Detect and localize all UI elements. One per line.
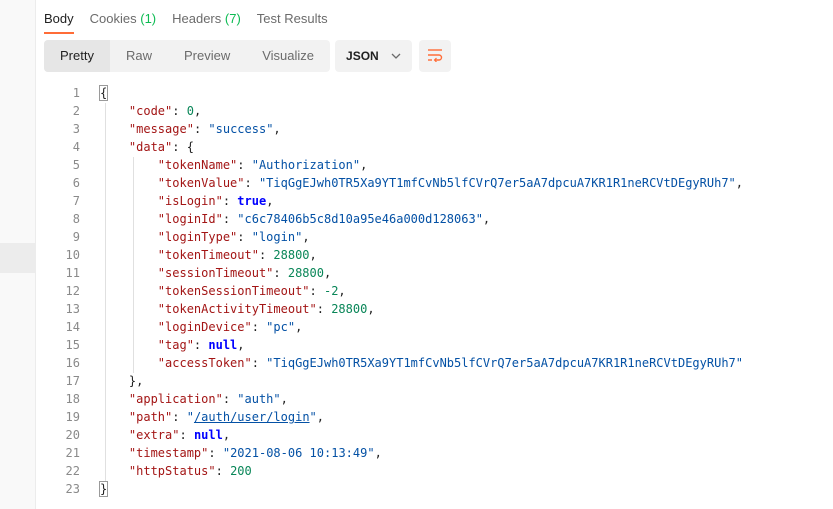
code-text: "extra": null,	[128, 428, 231, 442]
line-number: 14	[65, 320, 80, 334]
code-line: 7 "isLogin": true,	[44, 192, 743, 210]
code-text: }	[98, 481, 109, 497]
tab-cookies[interactable]: Cookies (1)	[90, 11, 156, 34]
code-line: 11 "sessionTimeout": 28800,	[44, 264, 743, 282]
code-text: "isLogin": true,	[157, 194, 274, 208]
pretty-button[interactable]: Pretty	[44, 40, 110, 72]
tab-headers[interactable]: Headers (7)	[172, 11, 241, 34]
view-mode-switch: Pretty Raw Preview Visualize	[44, 40, 331, 72]
tab-label: Test Results	[256, 11, 328, 26]
code-text: "application": "auth",	[128, 392, 288, 406]
code-line: 5 "tokenName": "Authorization",	[44, 156, 743, 174]
code-text: "message": "success",	[128, 122, 281, 136]
line-number: 3	[72, 122, 80, 136]
line-number: 20	[65, 428, 80, 442]
code-text: "path": "/auth/user/login",	[128, 410, 325, 424]
line-number: 2	[72, 104, 80, 118]
response-tabs: Body Cookies (1) Headers (7) Test Result…	[44, 0, 344, 34]
code-line: 3 "message": "success",	[44, 120, 743, 138]
line-number: 18	[65, 392, 80, 406]
code-text: "tokenTimeout": 28800,	[157, 248, 317, 262]
code-text: "loginType": "login",	[157, 230, 310, 244]
code-line: 1{	[44, 84, 743, 102]
code-line: 18 "application": "auth",	[44, 390, 743, 408]
tab-label: Cookies	[89, 11, 137, 26]
tab-body[interactable]: Body	[44, 11, 74, 34]
code-text: "tokenActivityTimeout": 28800,	[157, 302, 375, 316]
line-number: 22	[65, 464, 80, 478]
raw-button[interactable]: Raw	[110, 40, 168, 72]
line-number: 21	[65, 446, 80, 460]
code-text: "timestamp": "2021-08-06 10:13:49",	[128, 446, 382, 460]
response-body-code[interactable]: 1{2 "code": 0, 3 "message": "success", 4 "…	[44, 84, 743, 498]
code-line: 14 "loginDevice": "pc",	[44, 318, 743, 336]
code-line: 17 },	[44, 372, 743, 390]
code-text: "httpStatus": 200	[128, 464, 252, 478]
line-number: 9	[72, 230, 80, 244]
line-number: 10	[65, 248, 80, 262]
code-line: 15 "tag": null,	[44, 336, 743, 354]
code-line: 2 "code": 0,	[44, 102, 743, 120]
visualize-button[interactable]: Visualize	[246, 40, 330, 72]
line-number: 19	[65, 410, 80, 424]
line-number: 17	[65, 374, 80, 388]
code-text: "loginDevice": "pc",	[157, 320, 303, 334]
code-line: 9 "loginType": "login",	[44, 228, 743, 246]
line-number: 16	[65, 356, 80, 370]
line-number: 4	[72, 140, 80, 154]
left-panel-highlight	[0, 243, 35, 273]
response-toolbar: Pretty Raw Preview Visualize JSON	[44, 40, 451, 72]
code-line: 16 "accessToken": "TiqGgEJwh0TR5Xa9YT1mf…	[44, 354, 743, 372]
code-text: },	[100, 374, 144, 388]
code-line: 10 "tokenTimeout": 28800,	[44, 246, 743, 264]
code-text: {	[98, 85, 109, 101]
line-number: 5	[72, 158, 80, 172]
code-line: 4 "data": {	[44, 138, 743, 156]
preview-button[interactable]: Preview	[168, 40, 246, 72]
code-text: "code": 0,	[128, 104, 202, 118]
code-line: 12 "tokenSessionTimeout": -2,	[44, 282, 743, 300]
code-text: "tokenValue": "TiqGgEJwh0TR5Xa9YT1mfCvNb…	[157, 176, 744, 190]
code-text: "data": {	[128, 140, 194, 154]
code-line: 23}	[44, 480, 743, 498]
code-text: "loginId": "c6c78406b5c8d10a95e46a000d12…	[157, 212, 491, 226]
code-text: "accessToken": "TiqGgEJwh0TR5Xa9YT1mfCvN…	[157, 356, 743, 370]
line-number: 13	[65, 302, 80, 316]
tab-test-results[interactable]: Test Results	[257, 11, 328, 34]
chevron-down-icon	[391, 53, 401, 59]
code-text: "tokenName": "Authorization",	[157, 158, 368, 172]
code-line: 6 "tokenValue": "TiqGgEJwh0TR5Xa9YT1mfCv…	[44, 174, 743, 192]
code-line: 19 "path": "/auth/user/login",	[44, 408, 743, 426]
line-number: 12	[65, 284, 80, 298]
line-number: 1	[72, 86, 80, 100]
line-number: 8	[72, 212, 80, 226]
code-line: 22 "httpStatus": 200	[44, 462, 743, 480]
code-line: 21 "timestamp": "2021-08-06 10:13:49",	[44, 444, 743, 462]
tab-count: (7)	[224, 11, 241, 26]
tab-label: Body	[44, 11, 74, 26]
tab-label: Headers	[172, 11, 222, 26]
line-number: 6	[72, 176, 80, 190]
line-number: 11	[65, 266, 80, 280]
wrap-lines-icon	[427, 48, 443, 65]
format-dropdown[interactable]: JSON	[335, 40, 412, 72]
code-line: 8 "loginId": "c6c78406b5c8d10a95e46a000d…	[44, 210, 743, 228]
line-number: 7	[72, 194, 80, 208]
line-number: 15	[65, 338, 80, 352]
wrap-lines-button[interactable]	[418, 40, 451, 72]
code-text: "tag": null,	[157, 338, 245, 352]
tab-count: (1)	[140, 11, 157, 26]
code-line: 20 "extra": null,	[44, 426, 743, 444]
line-number: 23	[65, 482, 80, 496]
code-text: "tokenSessionTimeout": -2,	[157, 284, 346, 298]
format-selected: JSON	[346, 49, 379, 63]
code-text: "sessionTimeout": 28800,	[157, 266, 332, 280]
code-line: 13 "tokenActivityTimeout": 28800,	[44, 300, 743, 318]
